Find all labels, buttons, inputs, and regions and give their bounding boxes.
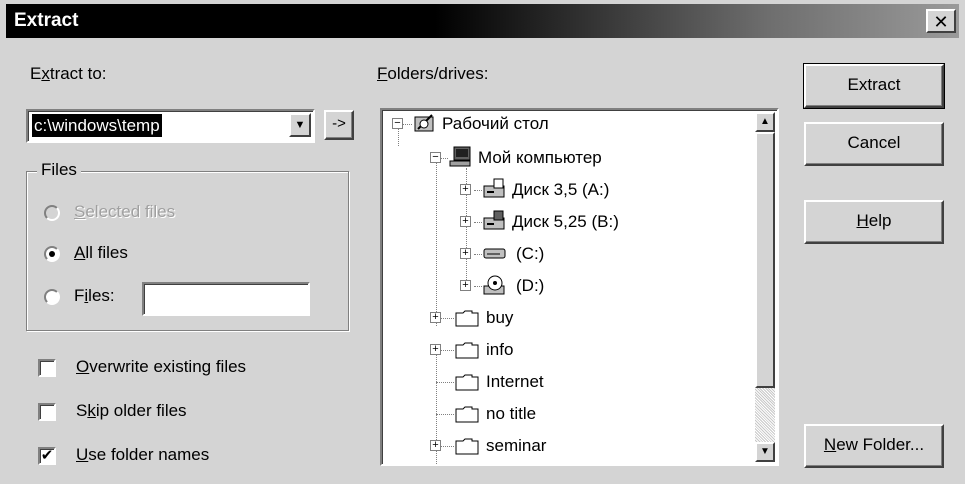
- cancel-button[interactable]: Cancel: [804, 122, 944, 166]
- expand-toggle[interactable]: +: [460, 184, 471, 195]
- tree-node-label[interactable]: Рабочий стол: [442, 113, 549, 135]
- tree-node-label[interactable]: no title: [486, 403, 536, 425]
- files-pattern-radio[interactable]: [44, 289, 60, 305]
- desktop-icon: [412, 112, 438, 134]
- folder-icon: [454, 435, 480, 457]
- extract-to-value[interactable]: c:\windows\temp: [32, 114, 162, 137]
- radio-selected-dot: [49, 251, 55, 257]
- collapse-toggle[interactable]: −: [392, 118, 403, 129]
- folder-icon: [454, 371, 480, 393]
- tree-node-label[interactable]: Диск 5,25 (B:): [512, 211, 619, 233]
- folders-drives-label: Folders/drives:: [377, 64, 489, 83]
- skip-older-checkbox[interactable]: [38, 403, 56, 421]
- folder-icon: [454, 339, 480, 361]
- scroll-up-button[interactable]: ▲: [755, 112, 775, 132]
- tree-scrollbar[interactable]: ▲ ▼: [755, 112, 775, 462]
- expand-toggle[interactable]: +: [430, 344, 441, 355]
- selected-files-label: Selected files: [74, 202, 176, 221]
- expand-toggle[interactable]: +: [460, 280, 471, 291]
- scroll-track[interactable]: [755, 388, 775, 442]
- hard-drive-icon: [482, 242, 508, 264]
- chevron-down-icon[interactable]: ▼: [289, 113, 311, 137]
- files-pattern-input[interactable]: [142, 282, 310, 316]
- tree-node-label[interactable]: seminar: [486, 435, 546, 457]
- floppy-drive-icon: [482, 178, 508, 200]
- window-title: Extract: [14, 10, 79, 31]
- tree-node-label[interactable]: Internet: [486, 371, 544, 393]
- expand-toggle[interactable]: +: [430, 312, 441, 323]
- cd-drive-icon: [482, 274, 508, 296]
- my-computer-icon: [448, 146, 474, 168]
- selected-files-radio[interactable]: [44, 205, 60, 221]
- all-files-radio[interactable]: [44, 246, 60, 262]
- tree-node-label[interactable]: info: [486, 339, 513, 361]
- expand-toggle[interactable]: +: [460, 248, 471, 259]
- tree-node-label[interactable]: (C:): [516, 243, 544, 265]
- tree-node-label[interactable]: Мой компьютер: [478, 147, 602, 169]
- floppy-drive-icon: [482, 210, 508, 232]
- checkmark-icon: ✔: [40, 447, 54, 464]
- files-group-title: Files: [37, 160, 81, 180]
- extract-dialog: Extract ✕ Extract to: c:\windows\temp ▼ …: [0, 0, 965, 484]
- tree-node-label[interactable]: buy: [486, 307, 513, 329]
- use-folder-names-checkbox[interactable]: ✔: [38, 447, 56, 465]
- chevron-down-icon: ▼: [760, 446, 770, 457]
- extract-button[interactable]: Extract: [803, 63, 945, 109]
- all-files-label: All files: [74, 243, 128, 262]
- folder-icon: [454, 307, 480, 329]
- new-folder-button[interactable]: New Folder...: [804, 424, 944, 468]
- tree-node-label[interactable]: Диск 3,5 (A:): [512, 179, 609, 201]
- extract-to-combobox[interactable]: c:\windows\temp ▼: [26, 109, 315, 143]
- collapse-toggle[interactable]: −: [430, 152, 441, 163]
- expand-toggle[interactable]: +: [430, 440, 441, 451]
- overwrite-existing-checkbox[interactable]: [38, 359, 56, 377]
- use-folder-names-label: Use folder names: [76, 445, 210, 464]
- files-pattern-label: Files:: [74, 286, 115, 305]
- expand-toggle[interactable]: +: [460, 216, 471, 227]
- help-button[interactable]: Help: [804, 200, 944, 244]
- chevron-up-icon: ▲: [760, 116, 770, 127]
- tree-node-label[interactable]: (D:): [516, 275, 544, 297]
- folder-tree[interactable]: − − + + + + + + + Рабочий стол Мой компь…: [380, 108, 779, 466]
- close-button[interactable]: ✕: [926, 9, 956, 33]
- browse-arrow-button[interactable]: ->: [324, 110, 354, 140]
- skip-older-label: Skip older files: [76, 401, 187, 420]
- scroll-thumb[interactable]: [755, 132, 775, 388]
- folder-icon: [454, 403, 480, 425]
- extract-to-label: Extract to:: [30, 64, 107, 83]
- overwrite-existing-label: Overwrite existing files: [76, 357, 247, 376]
- close-icon: ✕: [933, 12, 949, 32]
- title-bar: Extract ✕: [6, 4, 959, 38]
- scroll-down-button[interactable]: ▼: [755, 442, 775, 462]
